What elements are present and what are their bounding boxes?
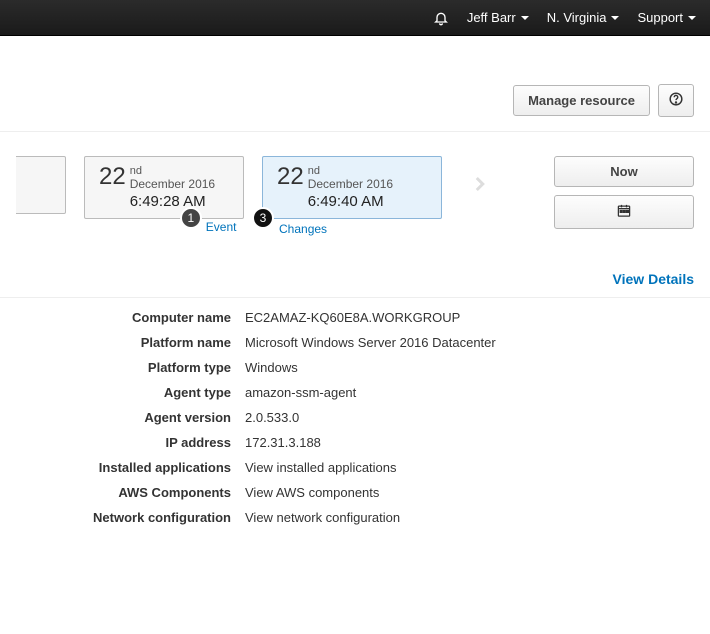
properties-table: Computer name EC2AMAZ-KQ60E8A.WORKGROUP Pl…	[16, 298, 694, 525]
property-value: Microsoft Windows Server 2016 Datacenter	[245, 335, 694, 350]
support-label: Support	[637, 10, 683, 25]
manage-resource-button[interactable]: Manage resource	[513, 85, 650, 116]
support-menu[interactable]: Support	[637, 10, 696, 25]
timeline-cards: 22 nd December 2016 6:49:28 AM 1 Event 2…	[16, 156, 546, 219]
calendar-icon	[616, 203, 632, 221]
chevron-down-icon	[521, 16, 529, 20]
date-block: 22 nd December 2016 6:49:40 AM	[277, 165, 425, 210]
day-number: 22	[99, 165, 126, 189]
region-menu[interactable]: N. Virginia	[547, 10, 620, 25]
property-value: Windows	[245, 360, 694, 375]
property-label: Platform type	[16, 360, 231, 375]
day-ordinal: nd	[130, 165, 215, 177]
property-label: Agent type	[16, 385, 231, 400]
event-count-badge: 1	[180, 207, 202, 229]
timeline: 22 nd December 2016 6:49:28 AM 1 Event 2…	[16, 132, 694, 241]
event-link[interactable]: Event	[206, 220, 237, 234]
property-value: 2.0.533.0	[245, 410, 694, 425]
region-name: N. Virginia	[547, 10, 607, 25]
user-menu[interactable]: Jeff Barr	[467, 10, 529, 25]
notifications-icon[interactable]	[433, 10, 449, 26]
property-label: Platform name	[16, 335, 231, 350]
view-details-link[interactable]: View Details	[613, 271, 694, 287]
property-value-link[interactable]: View AWS components	[245, 485, 694, 500]
topbar: Jeff Barr N. Virginia Support	[0, 0, 710, 36]
property-value: EC2AMAZ-KQ60E8A.WORKGROUP	[245, 310, 694, 325]
view-details-row: View Details	[16, 241, 694, 297]
change-count-badge: 3	[252, 207, 274, 229]
property-label: AWS Components	[16, 485, 231, 500]
timeline-card-prev[interactable]	[16, 156, 66, 214]
day-number: 22	[277, 165, 304, 189]
property-value: 172.31.3.188	[245, 435, 694, 450]
changes-link[interactable]: Changes	[279, 222, 327, 236]
property-value-link[interactable]: View installed applications	[245, 460, 694, 475]
property-value: amazon-ssm-agent	[245, 385, 694, 400]
toolbar: Manage resource	[16, 36, 694, 131]
timeline-controls: Now	[546, 156, 694, 229]
chevron-down-icon	[688, 16, 696, 20]
timestamp: 6:49:28 AM	[130, 193, 215, 210]
day-ordinal: nd	[308, 165, 393, 177]
timestamp: 6:49:40 AM	[308, 193, 393, 210]
calendar-button[interactable]	[554, 195, 694, 229]
user-name: Jeff Barr	[467, 10, 516, 25]
month-year: December 2016	[130, 177, 215, 191]
property-label: Network configuration	[16, 510, 231, 525]
property-label: Installed applications	[16, 460, 231, 475]
help-icon	[669, 92, 683, 109]
property-value-link[interactable]: View network configuration	[245, 510, 694, 525]
date-block: 22 nd December 2016 6:49:28 AM	[99, 165, 227, 210]
timeline-card-selected[interactable]: 22 nd December 2016 6:49:40 AM 3 Changes	[262, 156, 442, 219]
property-label: IP address	[16, 435, 231, 450]
month-year: December 2016	[308, 177, 393, 191]
property-label: Agent version	[16, 410, 231, 425]
timeline-card[interactable]: 22 nd December 2016 6:49:28 AM 1 Event	[84, 156, 244, 219]
chevron-down-icon	[611, 16, 619, 20]
chevron-right-icon[interactable]	[460, 170, 498, 205]
now-button[interactable]: Now	[554, 156, 694, 187]
property-label: Computer name	[16, 310, 231, 325]
help-button[interactable]	[658, 84, 694, 117]
